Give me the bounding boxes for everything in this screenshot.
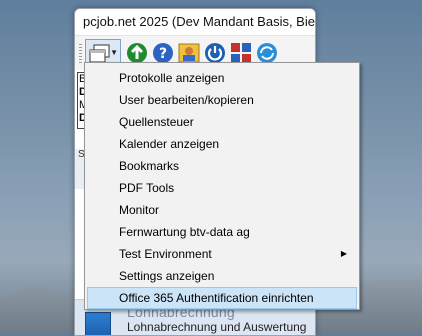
menu-item-settings[interactable]: Settings anzeigen <box>87 265 357 287</box>
menu-item-kalender[interactable]: Kalender anzeigen <box>87 133 357 155</box>
menu-item-protokolle[interactable]: Protokolle anzeigen <box>87 67 357 89</box>
payroll-app-icon <box>85 312 111 335</box>
menu-item-office365-auth[interactable]: Office 365 Authentification einrichten <box>87 287 357 309</box>
menu-item-pdf-tools[interactable]: PDF Tools <box>87 177 357 199</box>
submenu-arrow-icon: ▶ <box>340 249 347 258</box>
menu-item-fernwartung[interactable]: Fernwartung btv-data ag <box>87 221 357 243</box>
window-title: pcjob.net 2025 (Dev Mandant Basis, Biel/… <box>75 9 315 36</box>
menu-item-user-bearbeiten[interactable]: User bearbeiten/kopieren <box>87 89 357 111</box>
dropdown-menu: Protokolle anzeigen User bearbeiten/kopi… <box>84 62 360 310</box>
menu-item-monitor[interactable]: Monitor <box>87 199 357 221</box>
chevron-down-icon: ▼ <box>110 48 118 57</box>
window-dropdown-icon <box>89 44 110 63</box>
menu-item-bookmarks[interactable]: Bookmarks <box>87 155 357 177</box>
module-subtitle: Lohnabrechnung und Auswertung <box>127 320 307 334</box>
menu-item-test-environment[interactable]: Test Environment ▶ <box>87 243 357 265</box>
menu-item-quellensteuer[interactable]: Quellensteuer <box>87 111 357 133</box>
toolbar-grip[interactable] <box>79 44 82 64</box>
svg-text:?: ? <box>159 46 167 62</box>
